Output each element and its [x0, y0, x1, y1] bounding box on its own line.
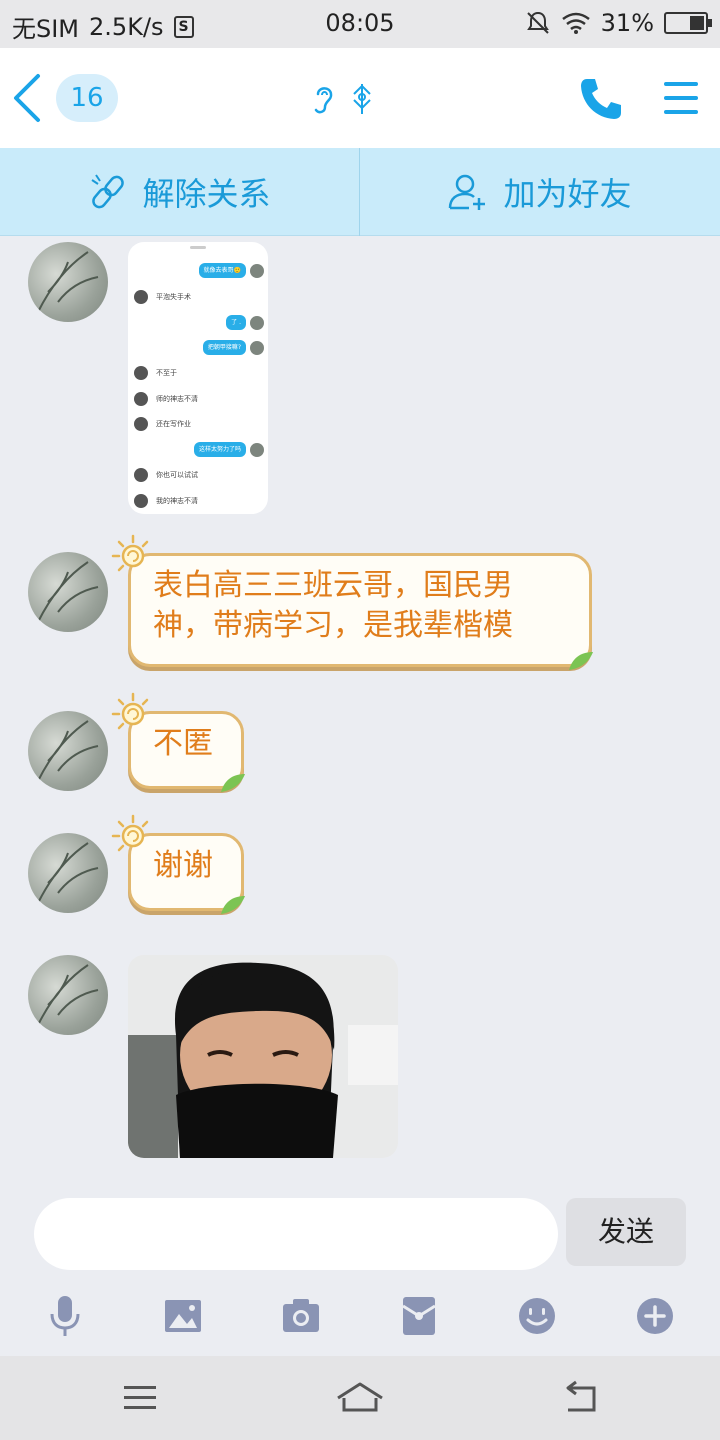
screenshot-row: 就像去表哥🙂 [128, 262, 268, 280]
unread-badge[interactable]: 16 [56, 74, 118, 122]
screenshot-row: 平泡失手术 [128, 288, 268, 306]
unlink-button[interactable]: 解除关系 [0, 148, 359, 236]
message-input[interactable] [34, 1198, 558, 1270]
photo-image [128, 955, 398, 1158]
screenshot-row: 我的神志不清 [128, 492, 268, 510]
message-text-line1: 表白高三三班云哥，国民男 [153, 568, 513, 603]
sun-icon [111, 692, 149, 730]
leaf-icon [221, 896, 245, 914]
add-friend-label: 加为好友 [503, 175, 632, 213]
text-message-bubble[interactable]: 表白高三三班云哥，国民男 神，带病学习，是我辈楷模 [111, 534, 593, 670]
avatar[interactable] [28, 711, 108, 791]
chat-header: 16 [0, 48, 720, 148]
menu-icon[interactable] [660, 78, 700, 118]
screenshot-row: 还在写作业 [128, 415, 268, 433]
screenshot-avatar [134, 468, 148, 482]
avatar[interactable] [28, 833, 108, 913]
screenshot-row: 不至于 [128, 364, 268, 382]
nav-home-icon[interactable] [334, 1378, 386, 1418]
message-text-line2: 神，带病学习，是我辈楷模 [153, 608, 513, 643]
screenshot-text: 就像去表哥🙂 [198, 263, 246, 278]
phone-icon[interactable] [578, 76, 624, 122]
avatar[interactable] [28, 955, 108, 1035]
battery-percent: 31% [600, 9, 654, 37]
header-status-icons [310, 82, 374, 116]
avatar[interactable] [28, 242, 108, 322]
unlink-icon [91, 174, 125, 209]
add-friend-icon [449, 174, 486, 210]
stamp-icon[interactable] [350, 82, 374, 116]
photo-message[interactable] [128, 955, 398, 1158]
camera-icon[interactable] [279, 1294, 323, 1338]
back-chevron-icon[interactable] [8, 72, 48, 124]
screenshot-text: 我的神志不清 [156, 497, 198, 505]
screenshot-text: 平泡失手术 [156, 293, 191, 301]
image-icon[interactable] [161, 1294, 205, 1338]
battery-icon [664, 12, 712, 34]
screenshot-row: 师的神志不清 [128, 390, 268, 408]
status-right: 31% [525, 9, 712, 37]
screenshot-row: 这样太努力了吗 [128, 441, 268, 459]
screenshot-avatar [134, 290, 148, 304]
ear-icon[interactable] [310, 82, 338, 116]
screenshot-text: 了 . [226, 315, 246, 330]
send-button[interactable]: 发送 [566, 1198, 686, 1266]
system-nav-bar [0, 1356, 720, 1440]
screenshot-row: 你也可以试试 [128, 466, 268, 484]
screenshot-avatar [134, 366, 148, 380]
screenshot-avatar [250, 316, 264, 330]
plus-icon[interactable] [633, 1294, 677, 1338]
red-packet-icon[interactable] [397, 1294, 441, 1338]
screenshot-text: 这样太努力了吗 [193, 442, 246, 457]
leaf-icon [569, 652, 593, 670]
screenshot-text: 师的神志不清 [156, 395, 198, 403]
screenshot-text: 不至于 [156, 369, 177, 377]
emoji-icon[interactable] [515, 1294, 559, 1338]
avatar[interactable] [28, 552, 108, 632]
screenshot-avatar [250, 341, 264, 355]
screenshot-row: 了 . [128, 314, 268, 332]
screenshot-text: 把朝甲接嘛? [202, 340, 246, 355]
screenshot-message[interactable]: 就像去表哥🙂 平泡失手术了 . 把朝甲接嘛? 不至于师的神志不清 还在写作业这样太努力了… [128, 242, 268, 514]
relation-bar: 解除关系 加为好友 [0, 148, 720, 236]
wifi-icon [561, 12, 590, 34]
screenshot-avatar [250, 264, 264, 278]
text-message-bubble[interactable]: 谢谢 [111, 814, 245, 914]
sun-icon [111, 534, 149, 572]
screenshot-avatar [250, 443, 264, 457]
screenshot-avatar [134, 494, 148, 508]
tool-row [0, 1294, 720, 1338]
nav-menu-icon[interactable] [118, 1378, 162, 1418]
status-bar: 无SIM 2.5K/s S 08:05 31% [0, 0, 720, 48]
nav-back-icon[interactable] [558, 1378, 602, 1418]
microphone-icon[interactable] [43, 1294, 87, 1338]
message-text: 谢谢 [153, 848, 213, 883]
sun-icon [111, 814, 149, 852]
screenshot-text: 还在写作业 [156, 420, 191, 428]
input-bar: 发送 [0, 1180, 720, 1355]
screenshot-avatar [134, 417, 148, 431]
screenshot-text: 你也可以试试 [156, 471, 198, 479]
add-friend-button[interactable]: 加为好友 [360, 148, 719, 236]
leaf-icon [221, 774, 245, 792]
message-text: 不匿 [153, 726, 213, 761]
unlink-label: 解除关系 [142, 175, 271, 213]
screenshot-row: 把朝甲接嘛? [128, 339, 268, 357]
screenshot-avatar [134, 392, 148, 406]
mute-bell-icon [526, 11, 549, 34]
text-message-bubble[interactable]: 不匿 [111, 692, 245, 792]
